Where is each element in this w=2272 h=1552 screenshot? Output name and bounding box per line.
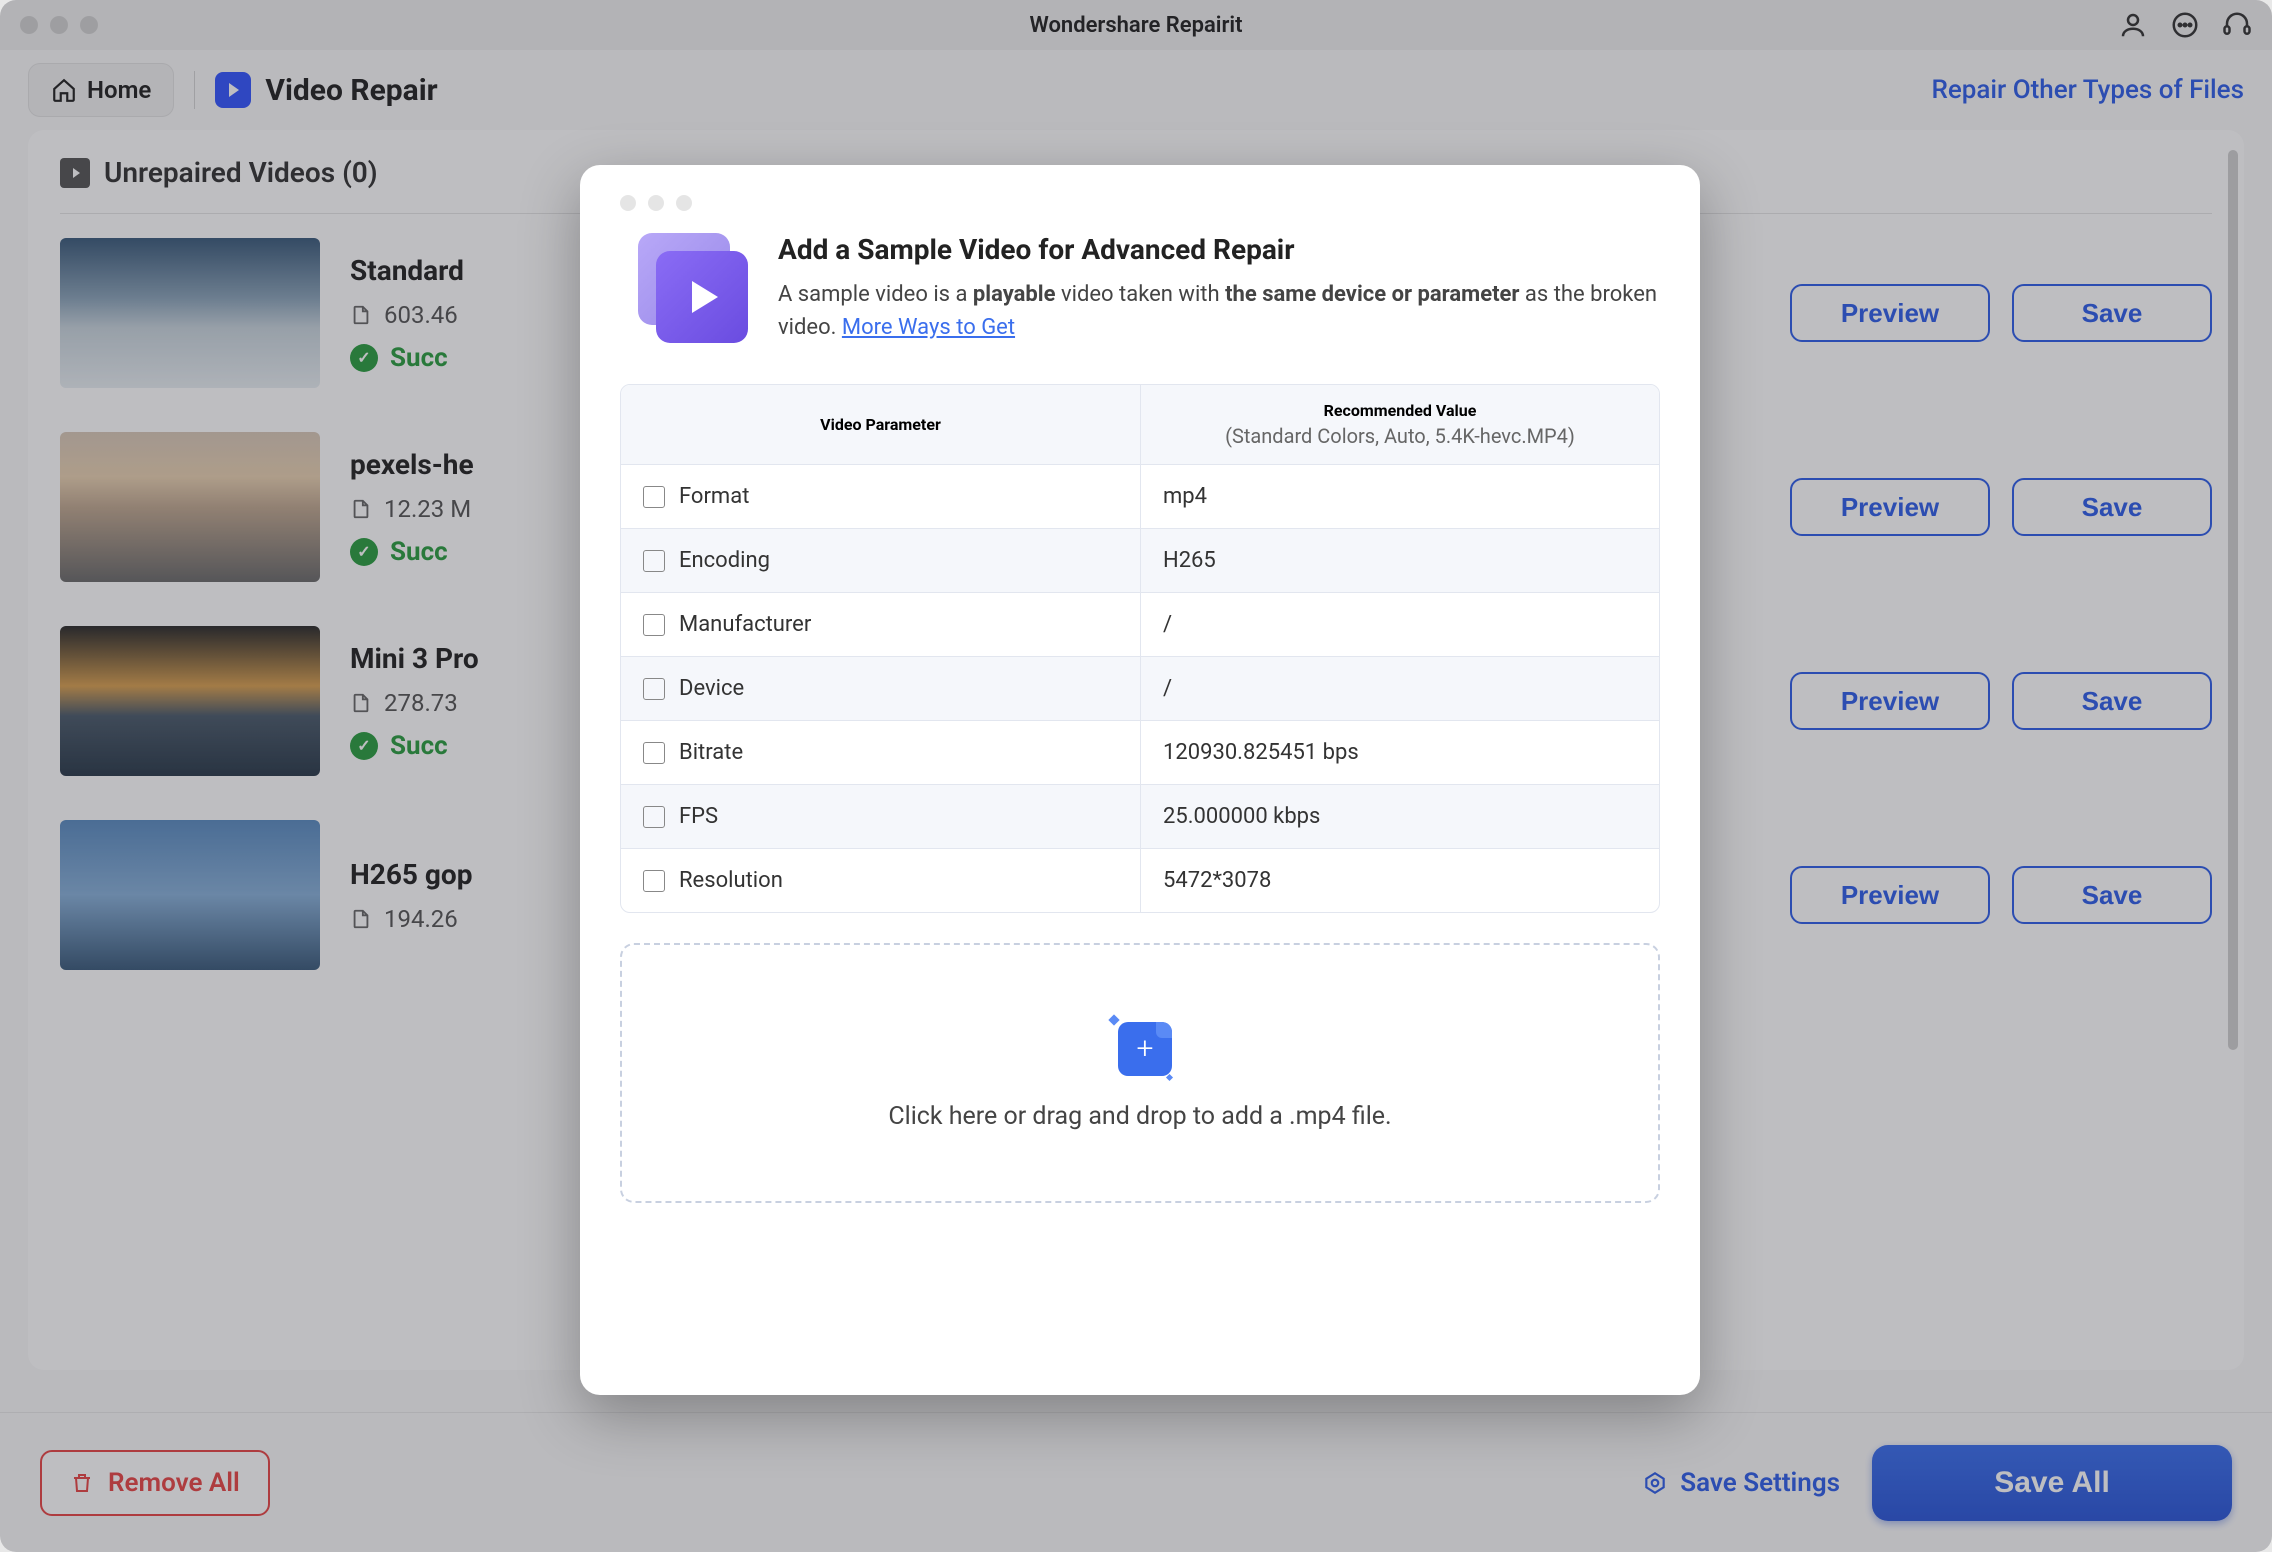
table-row: Resolution 5472*3078 xyxy=(621,848,1659,912)
modal-description: A sample video is a playable video taken… xyxy=(778,278,1660,344)
col-header-parameter: Video Parameter xyxy=(621,385,1141,464)
table-row: Bitrate 120930.825451 bps xyxy=(621,720,1659,784)
param-label: Resolution xyxy=(679,868,783,893)
modal-title: Add a Sample Video for Advanced Repair xyxy=(778,233,1660,266)
format-icon xyxy=(643,486,665,508)
add-file-icon: + xyxy=(1108,1016,1172,1080)
parameter-table: Video Parameter Recommended Value (Stand… xyxy=(620,384,1660,913)
table-header: Video Parameter Recommended Value (Stand… xyxy=(621,385,1659,464)
modal-close-icon[interactable] xyxy=(620,195,636,211)
device-icon xyxy=(643,678,665,700)
table-row: Device / xyxy=(621,656,1659,720)
table-row: Format mp4 xyxy=(621,464,1659,528)
encoding-icon xyxy=(643,550,665,572)
dropzone-label: Click here or drag and drop to add a .mp… xyxy=(888,1102,1391,1131)
param-value: / xyxy=(1141,657,1659,720)
param-value: mp4 xyxy=(1141,465,1659,528)
param-label: Device xyxy=(679,676,744,701)
col-header-value: Recommended Value (Standard Colors, Auto… xyxy=(1141,385,1659,464)
param-value: 120930.825451 bps xyxy=(1141,721,1659,784)
param-value: / xyxy=(1141,593,1659,656)
param-label: Encoding xyxy=(679,548,770,573)
param-label: Manufacturer xyxy=(679,612,811,637)
app-window: Wondershare Repairit Home Video Repair R… xyxy=(0,0,2272,1552)
sample-video-icon xyxy=(638,233,748,343)
param-label: Format xyxy=(679,484,749,509)
bitrate-icon xyxy=(643,742,665,764)
advanced-repair-modal: Add a Sample Video for Advanced Repair A… xyxy=(580,165,1700,1395)
modal-minimize-icon[interactable] xyxy=(648,195,664,211)
fps-icon xyxy=(643,806,665,828)
table-row: Manufacturer / xyxy=(621,592,1659,656)
table-row: Encoding H265 xyxy=(621,528,1659,592)
resolution-icon xyxy=(643,870,665,892)
modal-maximize-icon[interactable] xyxy=(676,195,692,211)
param-label: Bitrate xyxy=(679,740,743,765)
param-label: FPS xyxy=(679,804,718,829)
modal-header: Add a Sample Video for Advanced Repair A… xyxy=(620,223,1660,364)
dropzone[interactable]: + Click here or drag and drop to add a .… xyxy=(620,943,1660,1203)
table-row: FPS 25.000000 kbps xyxy=(621,784,1659,848)
more-ways-link[interactable]: More Ways to Get xyxy=(842,315,1015,340)
manufacturer-icon xyxy=(643,614,665,636)
modal-traffic-lights xyxy=(620,195,1660,211)
param-value: H265 xyxy=(1141,529,1659,592)
param-value: 25.000000 kbps xyxy=(1141,785,1659,848)
param-value: 5472*3078 xyxy=(1141,849,1659,912)
